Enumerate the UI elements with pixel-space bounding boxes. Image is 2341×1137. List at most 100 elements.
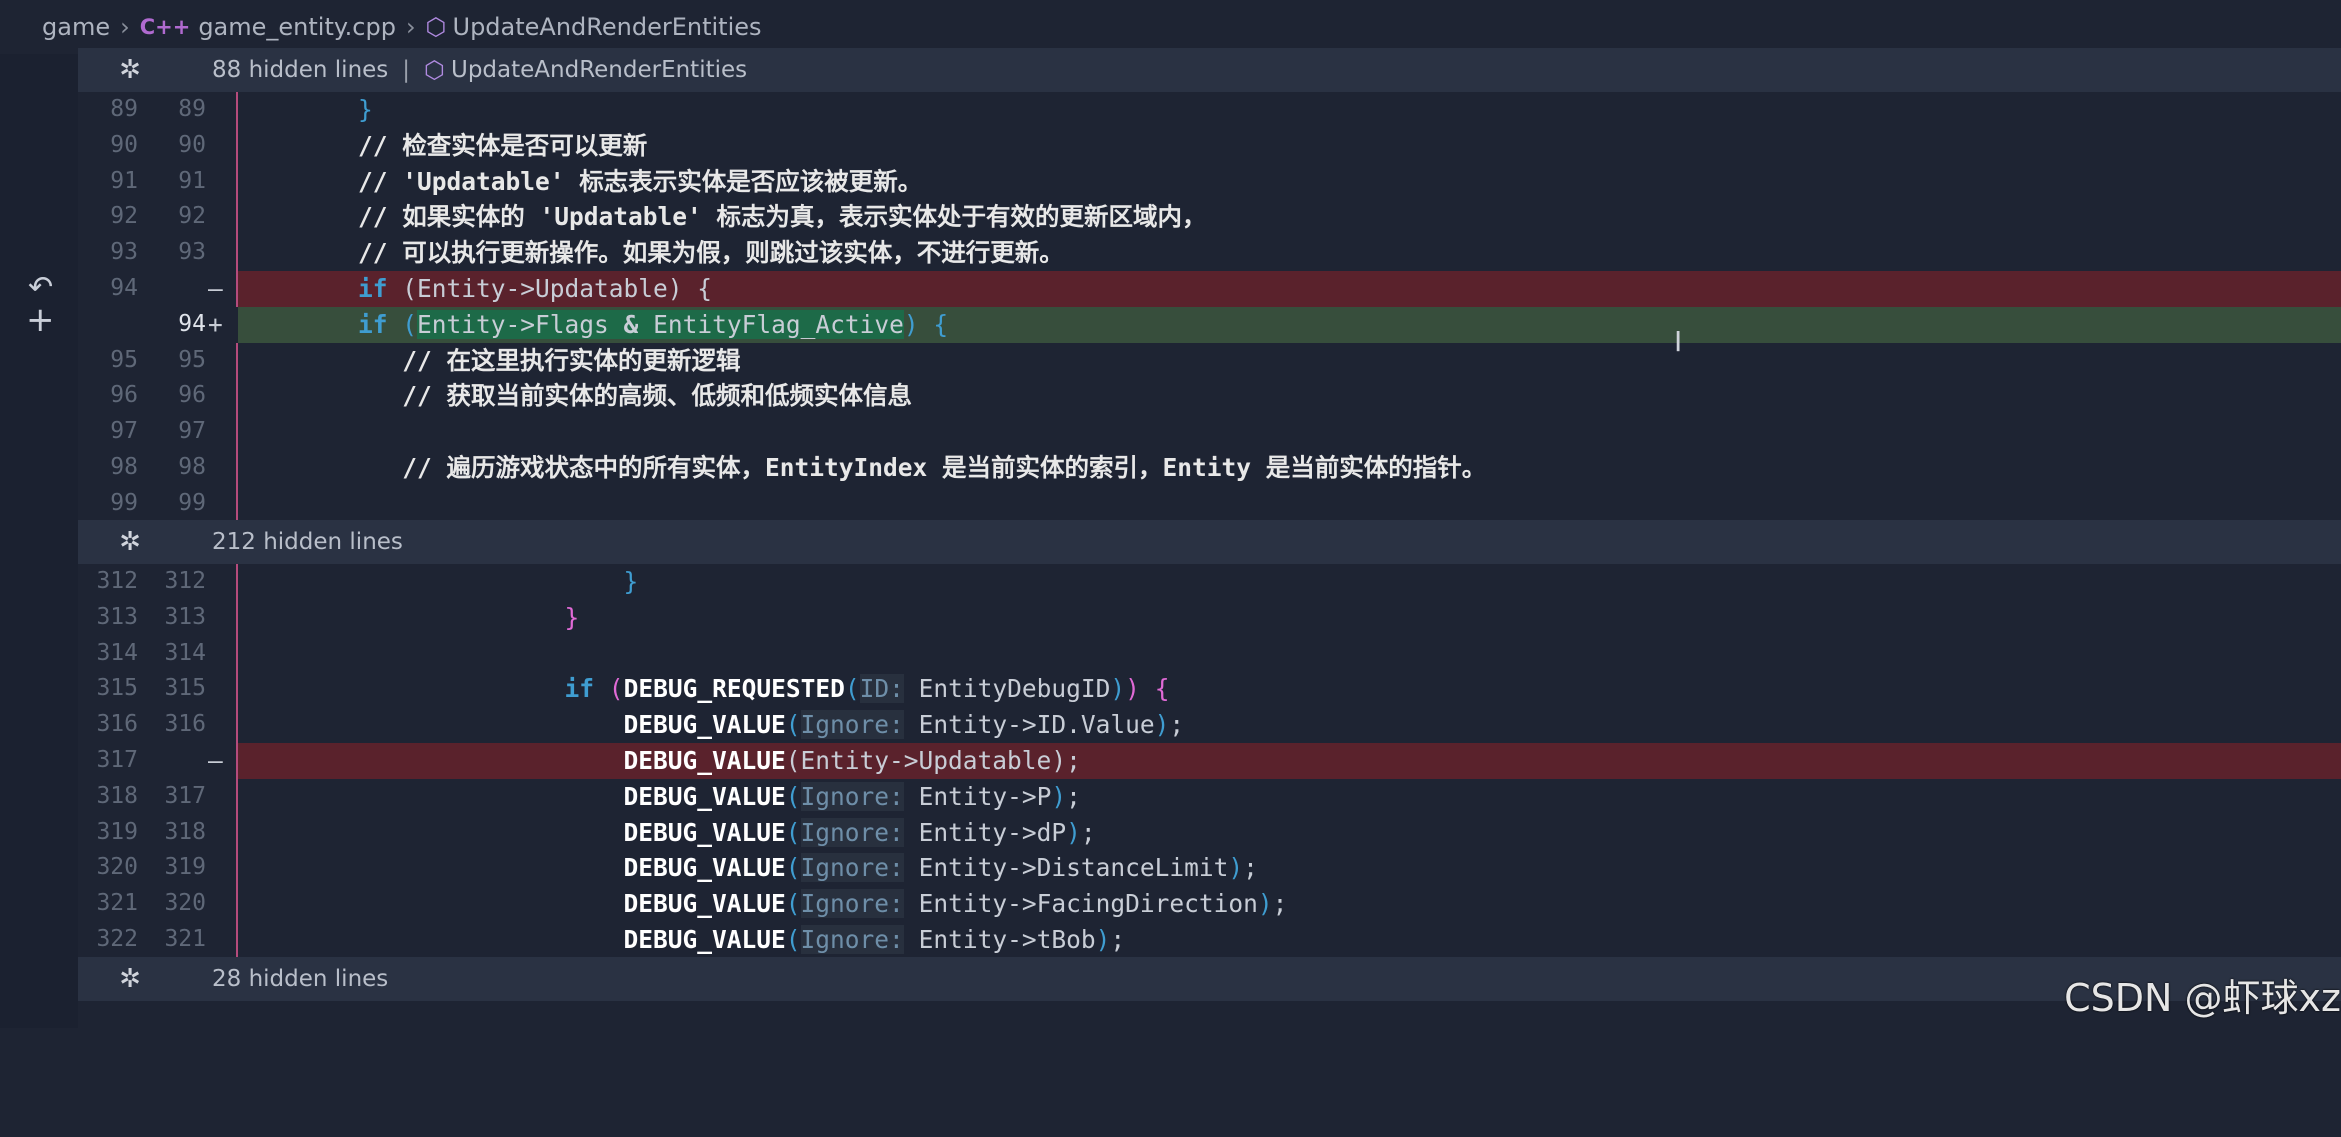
macro: DEBUG_VALUE [623,889,786,919]
added-line[interactable]: 94 + if (Entity->Flags & EntityFlag_Acti… [78,306,2341,343]
code-fragment: ( [387,309,418,339]
watermark: CSDN @虾球xz [2064,976,2341,1020]
unfold-icon[interactable]: ✲ [78,964,182,994]
removed-line[interactable]: 94 — if (Entity->Updatable) { [78,270,2341,307]
hidden-lines-count: 88 hidden lines [212,57,389,83]
code-line[interactable]: 313 313 } [78,599,2341,636]
code-line[interactable]: 314 314 [78,635,2341,672]
new-line-number: 91 [178,167,206,194]
breadcrumb-file[interactable]: game_entity.cpp [198,13,396,41]
old-line-number: 315 [96,675,138,702]
code-text: DEBUG_VALUE(Ignore: Entity->ID.Value); [623,710,1185,740]
hidden-lines-bar[interactable]: ✲ 212 hidden lines [78,520,2341,564]
method-cube-icon: ⬡ [425,13,447,41]
method-cube-icon: ⬡ [424,56,445,84]
new-line-number: 320 [164,890,206,917]
new-line-number: 99 [178,489,206,516]
code-line[interactable]: 312 312 } [78,564,2341,600]
hidden-lines-symbol: UpdateAndRenderEntities [450,57,748,83]
code-line[interactable]: 95 95 // 在这里执行实体的更新逻辑 [78,342,2341,379]
code-line[interactable]: 322 321 DEBUG_VALUE(Ignore: Entity->tBob… [78,921,2341,958]
code-fragment: Entity->tBob [918,924,1096,954]
old-line-number: 321 [96,890,138,917]
code-fragment: Entity->FacingDirection [918,889,1258,919]
code-line[interactable]: 321 320 DEBUG_VALUE(Ignore: Entity->Faci… [78,886,2341,922]
code-text: // 获取当前实体的高频、低频和低频实体信息 [240,378,912,414]
old-line-number: 95 [110,346,138,373]
comment: // 如果实体的 'Updatable' 标志为真，表示实体处于有效的更新区域内… [358,202,1207,232]
macro: DEBUG_VALUE [623,924,786,954]
code-line[interactable]: 318 317 DEBUG_VALUE(Ignore: Entity->P); [78,778,2341,815]
unfold-icon[interactable]: ✲ [78,55,182,85]
macro: DEBUG_VALUE [623,817,786,847]
comment: // 遍历游戏状态中的所有实体，EntityIndex 是当前实体的索引，Ent… [402,452,1487,482]
old-line-number: 322 [96,925,138,952]
code-fragment: EntityDebugID [918,674,1111,704]
new-line-number: 319 [164,854,206,881]
code-text: // 在这里执行实体的更新逻辑 [240,343,740,379]
diff-gutter [0,54,78,1028]
removed-line[interactable]: 317 — DEBUG_VALUE(Entity->Updatable); [78,742,2341,779]
old-line-number: 313 [96,603,138,630]
code-line[interactable]: 89 89 } [78,92,2341,128]
old-line-number: 317 [96,746,138,773]
inlay-hint: Ignore: [800,924,904,954]
inlay-hint: Ignore: [800,889,904,919]
code-line[interactable]: 319 318 DEBUG_VALUE(Ignore: Entity->dP); [78,814,2341,851]
code-text: DEBUG_VALUE(Ignore: Entity->DistanceLimi… [623,853,1258,883]
new-line-number: 321 [164,925,206,952]
code-text: } [564,602,580,632]
code-block-2[interactable]: 312 312 } 313 313 } 314 314 315 315 if (… [78,564,2341,958]
new-line-number: 98 [178,453,206,480]
old-line-number: 91 [110,167,138,194]
code-text: // 检查实体是否可以更新 [240,128,647,164]
add-comment-icon[interactable]: + [26,300,55,340]
code-line[interactable]: 90 90 // 检查实体是否可以更新 [78,127,2341,164]
code-line[interactable]: 93 93 // 可以执行更新操作。如果为假，则跳过该实体，不进行更新。 [78,235,2341,271]
code-line[interactable]: 315 315 if (DEBUG_REQUESTED(ID: EntityDe… [78,671,2341,708]
code-fragment: Entity->dP [918,817,1067,847]
code-line[interactable]: 91 91 // 'Updatable' 标志表示实体是否应该被更新。 [78,163,2341,200]
code-line[interactable]: 98 98 // 遍历游戏状态中的所有实体，EntityIndex 是当前实体的… [78,449,2341,486]
code-line[interactable]: 99 99 [78,485,2341,522]
code-block-1[interactable]: 89 89 } 90 90 // 检查实体是否可以更新 91 91 // 'Up… [78,92,2341,522]
old-line-number: 94 [110,274,138,301]
text-cursor-icon: I [1674,325,1683,358]
macro: DEBUG_VALUE [623,781,786,811]
inlay-hint: Ignore: [800,853,904,883]
code-line[interactable]: 316 316 DEBUG_VALUE(Ignore: Entity->ID.V… [78,707,2341,743]
inlay-hint: Ignore: [800,781,904,811]
inlay-hint: ID: [859,674,904,704]
code-fragment: ) { [903,309,949,339]
code-fragment: (Entity->Updatable) { [387,273,713,303]
unfold-icon[interactable]: ✲ [78,527,182,557]
new-line-number: 97 [178,418,206,445]
code-line[interactable]: 96 96 // 获取当前实体的高频、低频和低频实体信息 [78,378,2341,415]
code-fragment: Entity->DistanceLimit [918,853,1229,883]
breadcrumb: game › C++ game_entity.cpp › ⬡ UpdateAnd… [0,0,2341,54]
hidden-lines-bar[interactable]: ✲ 88 hidden lines | ⬡ UpdateAndRenderEnt… [78,48,2341,92]
cpp-file-icon: C++ [139,15,191,39]
code-line[interactable]: 320 319 DEBUG_VALUE(Ignore: Entity->Dist… [78,850,2341,887]
breadcrumb-folder[interactable]: game [42,13,110,41]
hidden-lines-bar[interactable]: ✲ 28 hidden lines [78,957,2341,1001]
removed-marker: — [208,273,223,303]
code-fragment: Entity->Updatable [800,745,1052,775]
breadcrumb-symbol[interactable]: UpdateAndRenderEntities [453,13,762,41]
code-text: if (Entity->Flags & EntityFlag_Active) { [240,307,948,343]
new-line-number: 317 [164,782,206,809]
macro: DEBUG_VALUE [623,853,786,883]
old-line-number: 314 [96,639,138,666]
inlay-hint: Ignore: [800,817,904,847]
chevron-right-icon: › [405,13,416,41]
old-line-number: 316 [96,711,138,738]
hidden-lines-count: 212 hidden lines [212,529,403,555]
code-line[interactable]: 97 97 [78,414,2341,450]
old-line-number: 318 [96,782,138,809]
code-text: // 可以执行更新操作。如果为假，则跳过该实体，不进行更新。 [240,235,1064,271]
code-text: DEBUG_VALUE(Ignore: Entity->P); [623,781,1081,811]
code-line[interactable]: 92 92 // 如果实体的 'Updatable' 标志为真，表示实体处于有效… [78,199,2341,236]
code-text: } [358,95,373,124]
comment: // 检查实体是否可以更新 [358,130,648,160]
code-fragment: EntityFlag_Active [638,309,904,339]
